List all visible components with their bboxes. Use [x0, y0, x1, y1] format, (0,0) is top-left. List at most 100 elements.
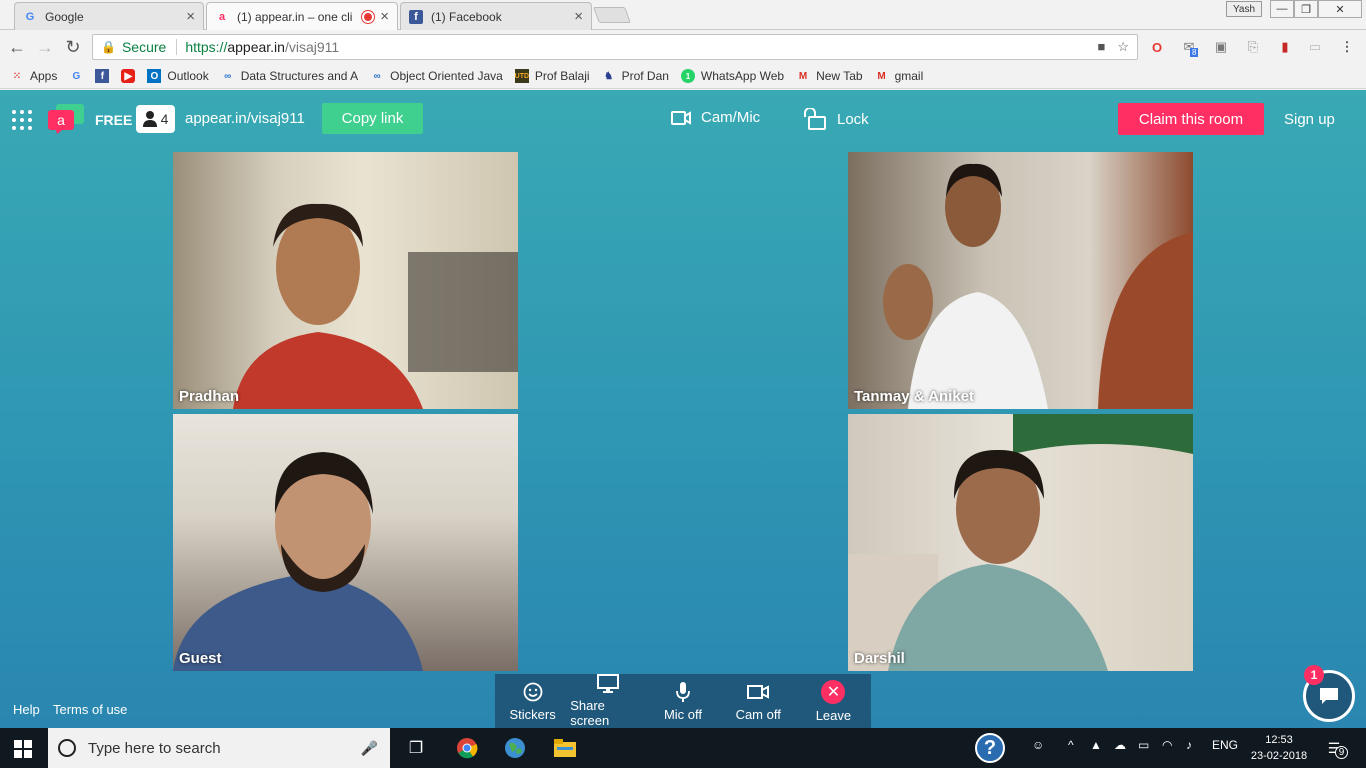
tab-title: Google — [45, 9, 84, 24]
url-path: /visaj911 — [284, 39, 340, 55]
bookmark-apps[interactable]: ⁙ Apps — [10, 69, 58, 83]
bookmark-label: Outlook — [167, 69, 209, 83]
participant-count-badge[interactable]: 4 — [136, 105, 175, 133]
copy-link-button[interactable]: Copy link — [322, 103, 423, 134]
utd-icon: UTD — [515, 69, 529, 83]
clock-date: 23-02-2018 — [1250, 750, 1308, 762]
task-view-icon[interactable]: ❐ — [404, 736, 428, 760]
bookmark-whatsapp[interactable]: 1 WhatsApp Web — [680, 69, 784, 83]
taskbar-search[interactable]: Type here to search 🎤 — [48, 728, 390, 768]
video-tile[interactable]: Guest — [173, 414, 518, 671]
reload-icon[interactable]: ↻ — [62, 36, 84, 58]
help-question-icon[interactable]: ? — [975, 733, 1005, 763]
lock-icon: 🔒 — [101, 40, 116, 54]
chevron-up-icon[interactable]: ^ — [1068, 738, 1074, 752]
padlock-icon — [804, 108, 826, 130]
appear-in-logo[interactable]: a — [48, 104, 86, 134]
control-label: Mic off — [663, 706, 703, 722]
google-icon: G — [25, 10, 35, 23]
extension-icon[interactable]: ▣ — [1212, 38, 1230, 56]
people-icon[interactable]: ☺ — [1032, 738, 1044, 752]
video-room: a FREE 4 appear.in/visaj911 Copy link Ca… — [0, 90, 1366, 728]
minimize-icon[interactable]: — — [1270, 0, 1294, 18]
svg-text:a: a — [57, 112, 65, 128]
bookmarks-bar: ⁙ Apps G f ▶ O Outlook ∞ Data Structures an… — [0, 64, 1366, 89]
tab-appear-in[interactable]: a (1) appear.in – one cli × — [206, 2, 398, 30]
share-screen-button[interactable]: Share screen — [570, 674, 645, 728]
bookmark-outlook[interactable]: O Outlook — [147, 69, 209, 83]
coursera-icon: ∞ — [224, 70, 232, 82]
video-tile[interactable]: Pradhan — [173, 152, 518, 409]
tab-strip: G Google × a (1) appear.in – one cli × f… — [0, 0, 1366, 30]
address-bar[interactable]: 🔒 Secure https:// appear.in /visaj911 ■ … — [92, 34, 1138, 60]
cam-mic-button[interactable]: Cam/Mic — [671, 109, 760, 126]
search-placeholder: Type here to search — [88, 739, 221, 757]
prof-dan-icon: ♞ — [604, 70, 614, 82]
file-explorer-icon[interactable] — [553, 736, 577, 760]
control-label: Share screen — [570, 698, 610, 728]
control-label: Cam off — [735, 706, 781, 722]
sign-up-link[interactable]: Sign up — [1284, 111, 1335, 128]
restore-icon[interactable]: ❐ — [1294, 0, 1318, 18]
participant-count: 4 — [160, 111, 169, 127]
stickers-button[interactable]: Stickers — [495, 674, 570, 728]
close-tab-icon[interactable]: × — [186, 8, 195, 25]
plan-label: FREE — [95, 112, 133, 128]
bookmark-gmail[interactable]: Mgmail — [875, 69, 924, 83]
mic-off-button[interactable]: Mic off — [645, 674, 720, 728]
cloud-icon[interactable]: ☁ — [1114, 738, 1126, 752]
terms-link[interactable]: Terms of use — [53, 702, 127, 717]
close-tab-icon[interactable]: × — [574, 8, 583, 25]
profile-button[interactable]: Yash — [1226, 1, 1262, 17]
lock-room-button[interactable]: Lock — [803, 108, 869, 130]
tray-app-icon[interactable]: ▲ — [1090, 738, 1102, 752]
video-tile[interactable]: Tanmay & Aniket — [848, 152, 1193, 409]
bookmark-label: Data Structures and A — [240, 69, 359, 83]
pdf-extension-icon[interactable]: ⎘ — [1244, 38, 1262, 56]
video-extension-icon[interactable]: ▭ — [1306, 38, 1324, 56]
bookmark-new-tab[interactable]: M New Tab — [796, 69, 863, 83]
book-extension-icon[interactable]: ▮ — [1276, 38, 1294, 56]
wifi-icon[interactable]: ◠ — [1162, 738, 1172, 752]
chrome-icon[interactable] — [455, 736, 479, 760]
mail-extension-icon[interactable]: ✉ 8 — [1180, 38, 1199, 57]
action-center-icon[interactable]: ☰ 9 — [1322, 736, 1348, 760]
opera-icon[interactable]: O — [1148, 38, 1166, 56]
microphone-icon[interactable]: 🎤 — [361, 740, 378, 757]
video-tile[interactable]: Darshil — [848, 414, 1193, 671]
language-indicator[interactable]: ENG — [1212, 738, 1238, 752]
volume-icon[interactable]: ♪ — [1186, 738, 1192, 752]
bookmark-youtube[interactable]: ▶ — [121, 69, 136, 83]
bookmark-facebook[interactable]: f — [95, 69, 110, 83]
tab-facebook[interactable]: f (1) Facebook × — [400, 2, 592, 30]
cortana-icon — [58, 739, 76, 757]
camera-icon — [747, 681, 770, 703]
tab-title: (1) appear.in – one cli — [237, 9, 353, 24]
globe-app-icon[interactable] — [503, 736, 527, 760]
tab-google[interactable]: G Google × — [14, 2, 204, 30]
bookmark-star-icon[interactable]: ☆ — [1117, 39, 1129, 55]
forward-icon[interactable]: → — [34, 36, 56, 58]
leave-button[interactable]: ✕ Leave — [796, 674, 871, 728]
bookmark-label: gmail — [894, 69, 924, 83]
close-window-icon[interactable]: ✕ — [1318, 0, 1362, 18]
battery-icon[interactable]: ▭ — [1138, 738, 1149, 752]
claim-room-button[interactable]: Claim this room — [1118, 103, 1264, 135]
clock[interactable]: 12:53 23-02-2018 — [1247, 732, 1311, 764]
menu-icon[interactable]: ⋮ — [1338, 38, 1356, 56]
bookmark-prof-dan[interactable]: ♞ Prof Dan — [602, 69, 669, 83]
cam-off-button[interactable]: Cam off — [721, 674, 796, 728]
help-link[interactable]: Help — [13, 702, 40, 717]
bookmark-data-structures[interactable]: ∞ Data Structures and A — [221, 69, 358, 83]
facebook-icon: f — [95, 69, 110, 83]
new-tab-button[interactable] — [593, 7, 631, 23]
back-icon[interactable]: ← — [6, 36, 28, 58]
windows-start-icon[interactable] — [14, 740, 32, 758]
bookmark-prof-balaji[interactable]: UTD Prof Balaji — [515, 69, 590, 83]
bookmark-object-oriented-java[interactable]: ∞ Object Oriented Java — [370, 69, 503, 83]
bookmark-google[interactable]: G — [69, 69, 83, 83]
apps-grid-icon[interactable] — [12, 110, 32, 130]
camera-in-use-icon[interactable]: ■ — [1097, 39, 1105, 55]
close-tab-icon[interactable]: × — [380, 8, 389, 25]
monitor-icon — [596, 674, 619, 694]
